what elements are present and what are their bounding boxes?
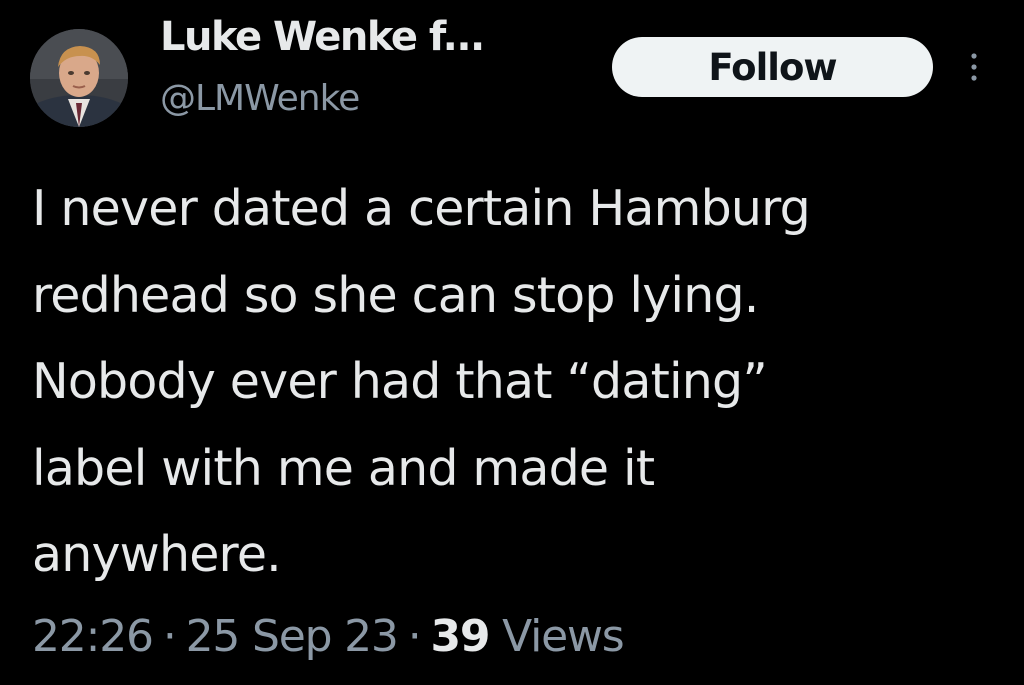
views-label: Views [502, 611, 625, 662]
tweet-card: Luke Wenke f... @LMWenke Follow I never … [0, 0, 1024, 685]
avatar-image [30, 29, 128, 127]
author-handle[interactable]: @LMWenke [160, 78, 360, 119]
tweet-text: I never dated a certain Hamburg redhead … [32, 180, 811, 583]
more-vertical-icon[interactable] [966, 52, 982, 82]
meta-separator: · [407, 611, 422, 662]
tweet-metadata: 22:26 · 25 Sep 23 · 39 Views [32, 611, 625, 662]
follow-button[interactable]: Follow [612, 37, 933, 97]
tweet-date[interactable]: 25 Sep 23 [186, 611, 399, 662]
tweet-time[interactable]: 22:26 [32, 611, 154, 662]
author-avatar[interactable] [30, 29, 128, 127]
author-display-name[interactable]: Luke Wenke f... [160, 14, 485, 60]
meta-separator: · [162, 611, 177, 662]
views-count: 39 [430, 611, 491, 662]
